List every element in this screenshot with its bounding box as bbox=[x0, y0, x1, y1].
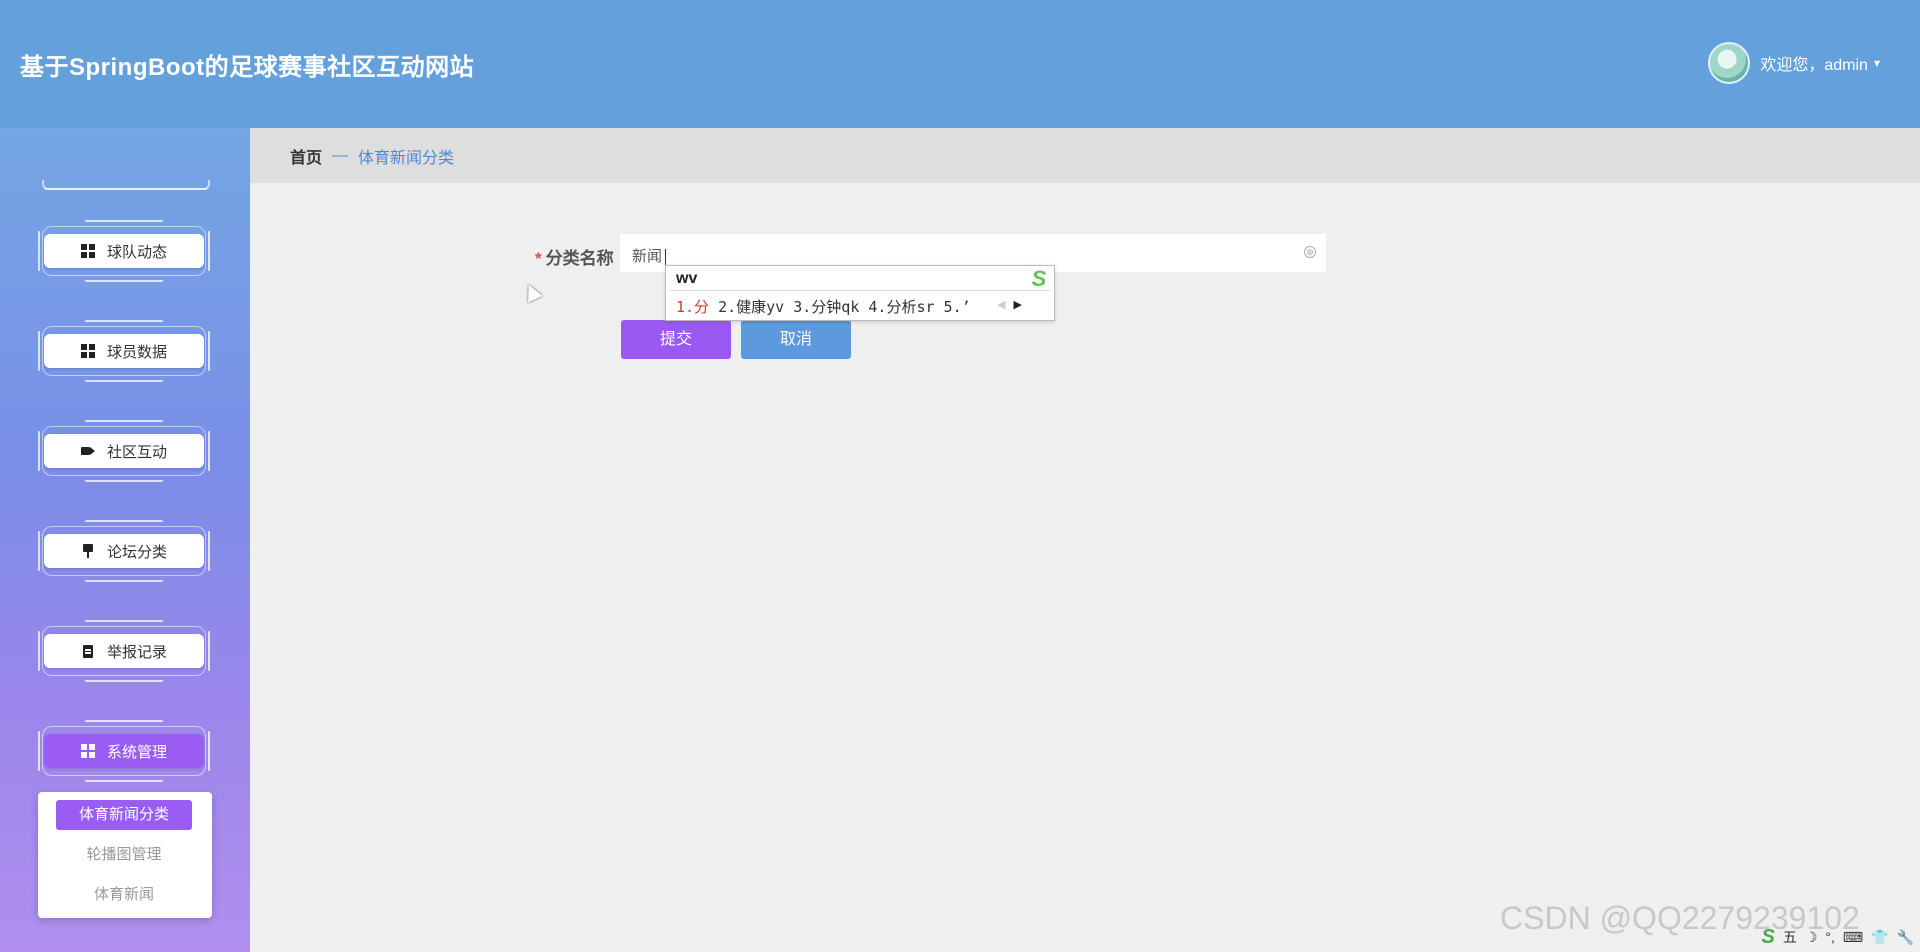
sidebar-decoration bbox=[42, 180, 210, 190]
sidebar-item-reports[interactable]: 举报记录 bbox=[38, 620, 210, 682]
ime-candidates-rest[interactable]: 2.健康yv 3.分钟qk 4.分析sr 5.’ bbox=[709, 298, 971, 316]
system-submenu: 体育新闻分类 轮播图管理 体育新闻 bbox=[38, 792, 212, 918]
sidebar-button[interactable]: 社区互动 bbox=[44, 434, 204, 468]
chevron-right-icon[interactable]: ▶ bbox=[1014, 299, 1022, 311]
category-name-label: * 分类名称 bbox=[535, 244, 614, 269]
keyboard-icon[interactable]: ⌨ bbox=[1843, 929, 1863, 946]
ime-candidates[interactable]: 1.分 2.健康yv 3.分钟qk 4.分析sr 5.’ bbox=[676, 296, 971, 317]
cancel-button[interactable]: 取消 bbox=[741, 320, 851, 359]
sidebar-item-label: 球员数据 bbox=[106, 343, 167, 361]
input-value-text: 新闻 bbox=[632, 248, 663, 265]
ime-composition: wv bbox=[676, 270, 698, 287]
submenu-item-news-category[interactable]: 体育新闻分类 bbox=[56, 800, 192, 830]
clear-icon[interactable]: ⊗ bbox=[1304, 246, 1316, 258]
submenu-item-carousel[interactable]: 轮播图管理 bbox=[56, 840, 192, 870]
required-mark: * bbox=[535, 249, 542, 268]
sidebar-button[interactable]: 举报记录 bbox=[44, 634, 204, 668]
sidebar-button[interactable]: 论坛分类 bbox=[44, 534, 204, 568]
mouse-pointer-icon bbox=[521, 281, 543, 303]
sidebar-item-label: 社区互动 bbox=[106, 443, 167, 461]
ime-tray[interactable]: S 五 ☽ °, ⌨ 👕 🔧 bbox=[1754, 922, 1920, 952]
moon-icon[interactable]: ☽ bbox=[1805, 929, 1818, 946]
sidebar-item-label: 系统管理 bbox=[106, 743, 167, 761]
punctuation-icon[interactable]: °, bbox=[1825, 929, 1835, 945]
ime-candidate-window[interactable]: wv S 1.分 2.健康yv 3.分钟qk 4.分析sr 5.’ ◀ ▶ bbox=[665, 265, 1055, 321]
sidebar-item-system[interactable]: 系统管理 bbox=[38, 720, 210, 782]
video-icon bbox=[80, 444, 95, 458]
grid-icon bbox=[80, 244, 95, 258]
input-value: 新闻 bbox=[632, 245, 667, 266]
submit-button[interactable]: 提交 bbox=[621, 320, 731, 359]
sidebar-item-label: 球队动态 bbox=[106, 243, 167, 261]
ime-candidate-first[interactable]: 1.分 bbox=[676, 298, 709, 316]
sidebar-button[interactable]: 球队动态 bbox=[44, 234, 204, 268]
breadcrumb-separator: — bbox=[332, 146, 349, 164]
avatar[interactable] bbox=[1708, 42, 1751, 84]
top-header: 基于SpringBoot的足球赛事社区互动网站 欢迎您，admin ▾ bbox=[0, 0, 1920, 128]
sidebar-item-label: 举报记录 bbox=[106, 643, 167, 661]
ime-page-nav[interactable]: ◀ ▶ bbox=[997, 298, 1022, 311]
clipboard-icon bbox=[81, 644, 95, 658]
breadcrumb-home[interactable]: 首页 bbox=[290, 144, 322, 168]
sidebar-item-community[interactable]: 社区互动 bbox=[38, 420, 210, 482]
divider bbox=[670, 290, 1050, 291]
submenu-item-news[interactable]: 体育新闻 bbox=[56, 880, 192, 910]
sidebar-button[interactable]: 系统管理 bbox=[44, 734, 204, 768]
chevron-down-icon[interactable]: ▾ bbox=[1874, 56, 1880, 70]
grid-icon bbox=[80, 744, 95, 758]
grid-icon bbox=[80, 344, 95, 358]
text-cursor bbox=[665, 249, 667, 266]
sidebar-item-forum-category[interactable]: 论坛分类 bbox=[38, 520, 210, 582]
ime-mode-icon[interactable]: 五 bbox=[1783, 927, 1797, 947]
sidebar-item-team-news[interactable]: 球队动态 bbox=[38, 220, 210, 282]
sidebar-item-player-data[interactable]: 球员数据 bbox=[38, 320, 210, 382]
sidebar-item-label: 论坛分类 bbox=[106, 543, 167, 561]
breadcrumb-current: 体育新闻分类 bbox=[358, 149, 455, 167]
wrench-icon[interactable]: 🔧 bbox=[1897, 929, 1914, 946]
welcome-text[interactable]: 欢迎您，admin bbox=[1760, 51, 1868, 75]
label-text: 分类名称 bbox=[545, 249, 614, 268]
site-title: 基于SpringBoot的足球赛事社区互动网站 bbox=[20, 54, 475, 81]
chevron-left-icon[interactable]: ◀ bbox=[997, 299, 1005, 311]
ime-tray-logo-icon[interactable]: S bbox=[1762, 926, 1775, 949]
skin-icon[interactable]: 👕 bbox=[1871, 929, 1888, 946]
user-menu[interactable]: 欢迎您，admin ▾ bbox=[1708, 42, 1880, 84]
sidebar-button[interactable]: 球员数据 bbox=[44, 334, 204, 368]
breadcrumb: 首页 — 体育新闻分类 bbox=[250, 128, 1920, 183]
flag-icon bbox=[81, 544, 95, 558]
